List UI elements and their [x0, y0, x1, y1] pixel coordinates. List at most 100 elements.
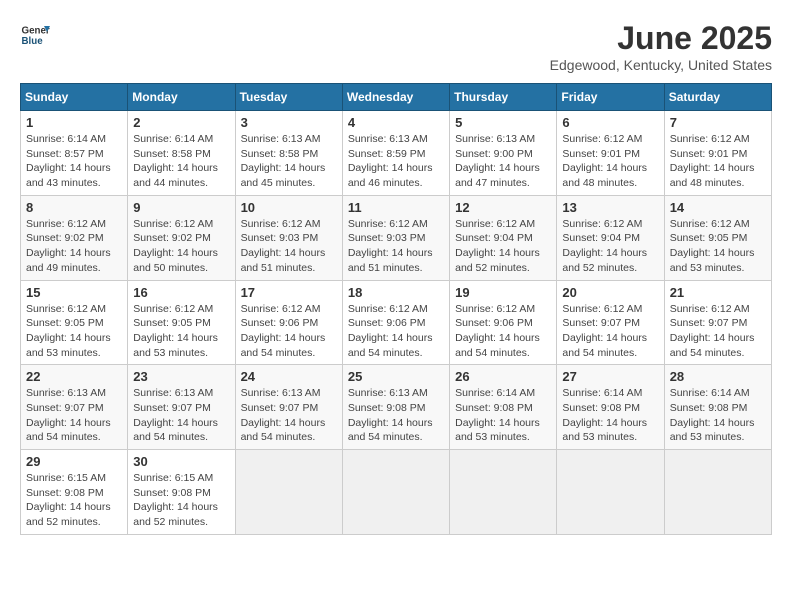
day-info: Sunrise: 6:12 AMSunset: 9:06 PMDaylight:… — [455, 302, 551, 361]
day-number: 8 — [26, 200, 122, 215]
table-row: 24 Sunrise: 6:13 AMSunset: 9:07 PMDaylig… — [235, 365, 342, 450]
day-info: Sunrise: 6:12 AMSunset: 9:04 PMDaylight:… — [562, 217, 658, 276]
day-number: 30 — [133, 454, 229, 469]
table-row — [664, 450, 771, 535]
day-number: 21 — [670, 285, 766, 300]
col-wednesday: Wednesday — [342, 84, 449, 111]
table-row: 29 Sunrise: 6:15 AMSunset: 9:08 PMDaylig… — [21, 450, 128, 535]
table-row: 9 Sunrise: 6:12 AMSunset: 9:02 PMDayligh… — [128, 195, 235, 280]
day-info: Sunrise: 6:15 AMSunset: 9:08 PMDaylight:… — [133, 471, 229, 530]
day-info: Sunrise: 6:12 AMSunset: 9:02 PMDaylight:… — [133, 217, 229, 276]
day-number: 11 — [348, 200, 444, 215]
table-row: 1 Sunrise: 6:14 AMSunset: 8:57 PMDayligh… — [21, 111, 128, 196]
day-info: Sunrise: 6:12 AMSunset: 9:05 PMDaylight:… — [670, 217, 766, 276]
day-number: 6 — [562, 115, 658, 130]
table-row: 14 Sunrise: 6:12 AMSunset: 9:05 PMDaylig… — [664, 195, 771, 280]
day-info: Sunrise: 6:12 AMSunset: 9:03 PMDaylight:… — [348, 217, 444, 276]
table-row: 8 Sunrise: 6:12 AMSunset: 9:02 PMDayligh… — [21, 195, 128, 280]
day-number: 15 — [26, 285, 122, 300]
day-number: 5 — [455, 115, 551, 130]
day-number: 4 — [348, 115, 444, 130]
table-row: 11 Sunrise: 6:12 AMSunset: 9:03 PMDaylig… — [342, 195, 449, 280]
table-row: 6 Sunrise: 6:12 AMSunset: 9:01 PMDayligh… — [557, 111, 664, 196]
table-row — [235, 450, 342, 535]
day-info: Sunrise: 6:13 AMSunset: 9:07 PMDaylight:… — [241, 386, 337, 445]
table-row: 18 Sunrise: 6:12 AMSunset: 9:06 PMDaylig… — [342, 280, 449, 365]
table-row: 19 Sunrise: 6:12 AMSunset: 9:06 PMDaylig… — [450, 280, 557, 365]
day-info: Sunrise: 6:13 AMSunset: 9:07 PMDaylight:… — [26, 386, 122, 445]
day-number: 7 — [670, 115, 766, 130]
svg-text:Blue: Blue — [22, 36, 44, 47]
day-info: Sunrise: 6:12 AMSunset: 9:01 PMDaylight:… — [670, 132, 766, 191]
logo: General Blue — [20, 20, 50, 50]
table-row: 27 Sunrise: 6:14 AMSunset: 9:08 PMDaylig… — [557, 365, 664, 450]
col-thursday: Thursday — [450, 84, 557, 111]
table-row: 5 Sunrise: 6:13 AMSunset: 9:00 PMDayligh… — [450, 111, 557, 196]
table-row: 25 Sunrise: 6:13 AMSunset: 9:08 PMDaylig… — [342, 365, 449, 450]
day-info: Sunrise: 6:13 AMSunset: 9:00 PMDaylight:… — [455, 132, 551, 191]
day-info: Sunrise: 6:13 AMSunset: 9:07 PMDaylight:… — [133, 386, 229, 445]
table-row: 16 Sunrise: 6:12 AMSunset: 9:05 PMDaylig… — [128, 280, 235, 365]
day-number: 12 — [455, 200, 551, 215]
day-number: 2 — [133, 115, 229, 130]
table-row — [450, 450, 557, 535]
day-info: Sunrise: 6:12 AMSunset: 9:07 PMDaylight:… — [562, 302, 658, 361]
day-info: Sunrise: 6:13 AMSunset: 8:58 PMDaylight:… — [241, 132, 337, 191]
day-info: Sunrise: 6:12 AMSunset: 9:05 PMDaylight:… — [26, 302, 122, 361]
day-info: Sunrise: 6:12 AMSunset: 9:02 PMDaylight:… — [26, 217, 122, 276]
table-row: 10 Sunrise: 6:12 AMSunset: 9:03 PMDaylig… — [235, 195, 342, 280]
day-number: 29 — [26, 454, 122, 469]
day-number: 27 — [562, 369, 658, 384]
day-number: 19 — [455, 285, 551, 300]
table-row: 21 Sunrise: 6:12 AMSunset: 9:07 PMDaylig… — [664, 280, 771, 365]
day-info: Sunrise: 6:14 AMSunset: 8:57 PMDaylight:… — [26, 132, 122, 191]
day-number: 1 — [26, 115, 122, 130]
title-area: June 2025 Edgewood, Kentucky, United Sta… — [550, 20, 772, 73]
day-info: Sunrise: 6:14 AMSunset: 8:58 PMDaylight:… — [133, 132, 229, 191]
table-row — [342, 450, 449, 535]
main-title: June 2025 — [550, 20, 772, 57]
col-saturday: Saturday — [664, 84, 771, 111]
day-info: Sunrise: 6:12 AMSunset: 9:01 PMDaylight:… — [562, 132, 658, 191]
day-number: 17 — [241, 285, 337, 300]
table-row: 12 Sunrise: 6:12 AMSunset: 9:04 PMDaylig… — [450, 195, 557, 280]
day-number: 13 — [562, 200, 658, 215]
day-number: 10 — [241, 200, 337, 215]
day-number: 14 — [670, 200, 766, 215]
day-number: 24 — [241, 369, 337, 384]
table-row: 4 Sunrise: 6:13 AMSunset: 8:59 PMDayligh… — [342, 111, 449, 196]
day-number: 18 — [348, 285, 444, 300]
table-row: 17 Sunrise: 6:12 AMSunset: 9:06 PMDaylig… — [235, 280, 342, 365]
col-tuesday: Tuesday — [235, 84, 342, 111]
logo-icon: General Blue — [20, 20, 50, 50]
table-row: 30 Sunrise: 6:15 AMSunset: 9:08 PMDaylig… — [128, 450, 235, 535]
table-row: 23 Sunrise: 6:13 AMSunset: 9:07 PMDaylig… — [128, 365, 235, 450]
table-row: 13 Sunrise: 6:12 AMSunset: 9:04 PMDaylig… — [557, 195, 664, 280]
day-info: Sunrise: 6:15 AMSunset: 9:08 PMDaylight:… — [26, 471, 122, 530]
day-info: Sunrise: 6:14 AMSunset: 9:08 PMDaylight:… — [455, 386, 551, 445]
table-row: 22 Sunrise: 6:13 AMSunset: 9:07 PMDaylig… — [21, 365, 128, 450]
table-row: 3 Sunrise: 6:13 AMSunset: 8:58 PMDayligh… — [235, 111, 342, 196]
day-number: 22 — [26, 369, 122, 384]
calendar-table: Sunday Monday Tuesday Wednesday Thursday… — [20, 83, 772, 535]
calendar-header-row: Sunday Monday Tuesday Wednesday Thursday… — [21, 84, 772, 111]
header: General Blue June 2025 Edgewood, Kentuck… — [20, 20, 772, 73]
table-row: 28 Sunrise: 6:14 AMSunset: 9:08 PMDaylig… — [664, 365, 771, 450]
day-info: Sunrise: 6:12 AMSunset: 9:04 PMDaylight:… — [455, 217, 551, 276]
day-number: 23 — [133, 369, 229, 384]
col-monday: Monday — [128, 84, 235, 111]
col-friday: Friday — [557, 84, 664, 111]
day-number: 9 — [133, 200, 229, 215]
day-number: 16 — [133, 285, 229, 300]
table-row: 26 Sunrise: 6:14 AMSunset: 9:08 PMDaylig… — [450, 365, 557, 450]
day-info: Sunrise: 6:12 AMSunset: 9:05 PMDaylight:… — [133, 302, 229, 361]
subtitle: Edgewood, Kentucky, United States — [550, 57, 772, 73]
day-number: 26 — [455, 369, 551, 384]
table-row — [557, 450, 664, 535]
table-row: 20 Sunrise: 6:12 AMSunset: 9:07 PMDaylig… — [557, 280, 664, 365]
day-info: Sunrise: 6:12 AMSunset: 9:03 PMDaylight:… — [241, 217, 337, 276]
day-number: 25 — [348, 369, 444, 384]
day-info: Sunrise: 6:13 AMSunset: 8:59 PMDaylight:… — [348, 132, 444, 191]
col-sunday: Sunday — [21, 84, 128, 111]
day-info: Sunrise: 6:12 AMSunset: 9:07 PMDaylight:… — [670, 302, 766, 361]
